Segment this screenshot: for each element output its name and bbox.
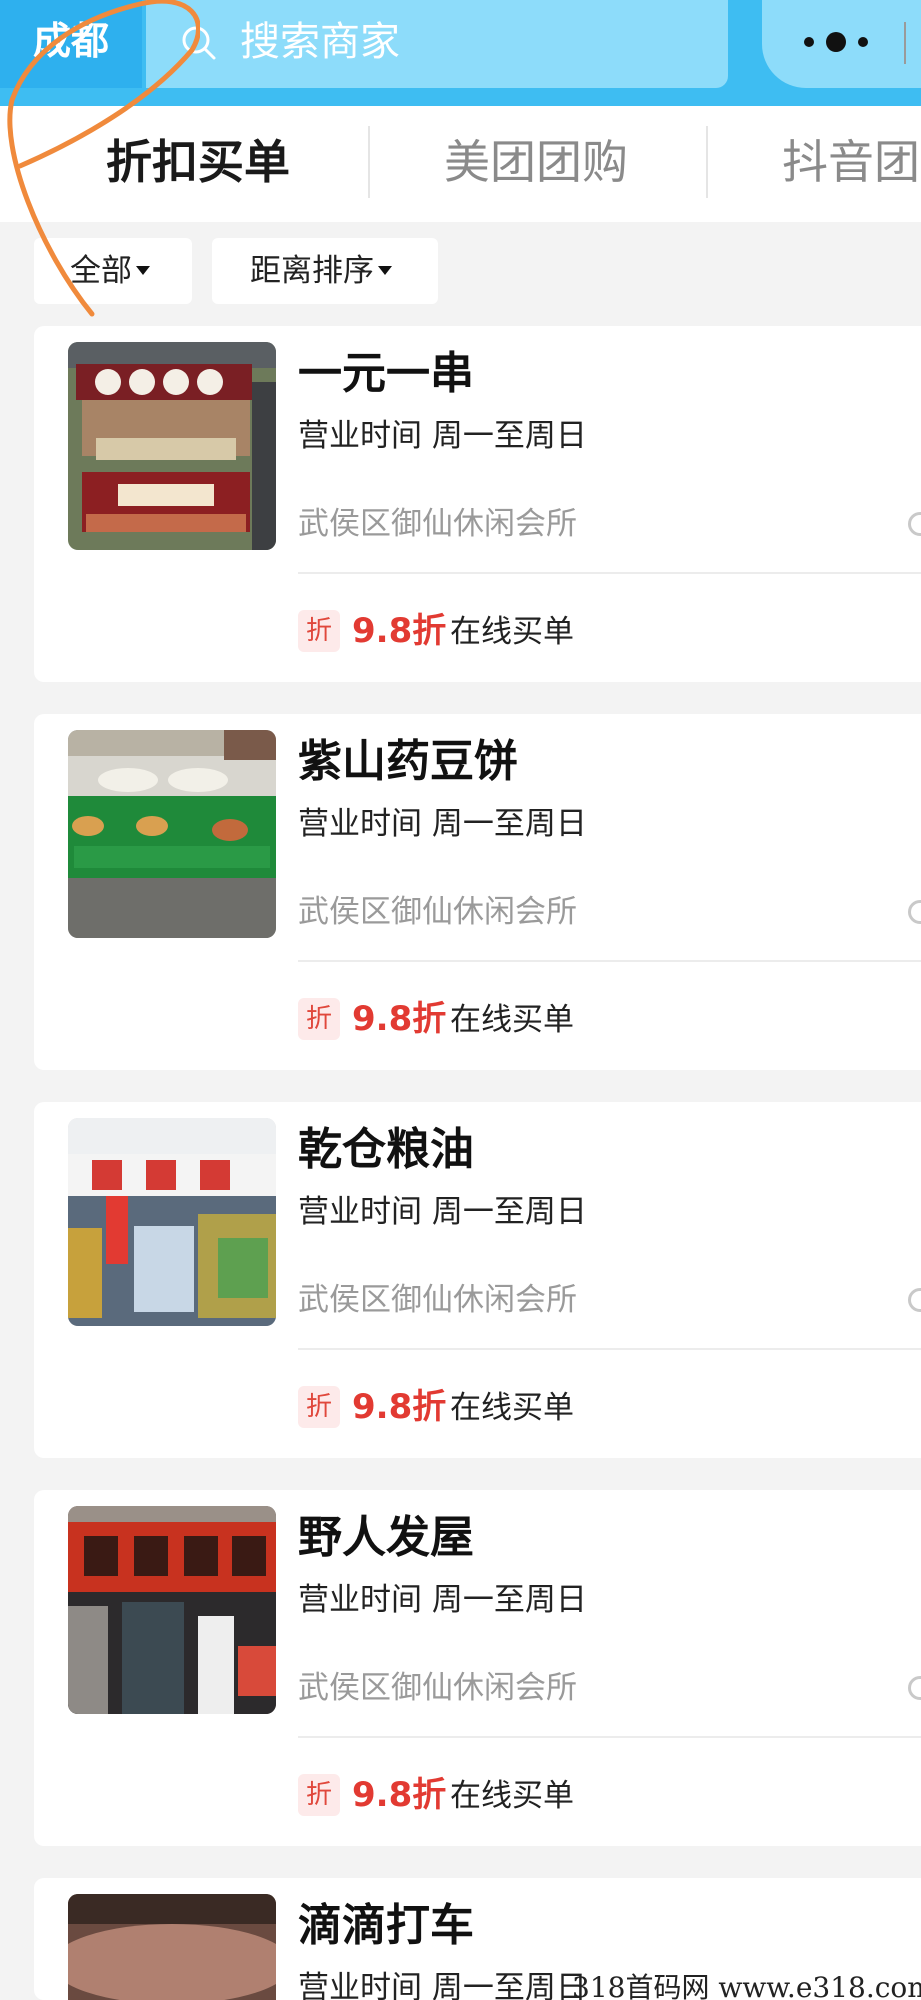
discount-badge: 折 bbox=[298, 1774, 340, 1816]
merchant-photo bbox=[68, 342, 276, 550]
search-input[interactable]: 搜索商家 bbox=[146, 0, 728, 88]
discount-rate: 9.8折 bbox=[352, 611, 447, 651]
tab-divider bbox=[706, 126, 708, 198]
location-icon bbox=[908, 1676, 921, 1700]
top-bar: 成都 搜索商家 bbox=[0, 0, 921, 106]
tab-divider bbox=[368, 126, 370, 198]
capsule-divider bbox=[904, 22, 906, 64]
filter-all-label: 全部 bbox=[70, 253, 132, 289]
divider bbox=[298, 1348, 921, 1350]
merchant-name: 乾仓粮油 bbox=[298, 1124, 474, 1175]
online-pay-label: 在线买单 bbox=[450, 1778, 574, 1814]
dropdown-arrow-icon bbox=[136, 266, 150, 275]
location-icon bbox=[908, 900, 921, 924]
business-hours: 营业时间 周一至周日 bbox=[298, 1582, 587, 1618]
merchant-address: 武侯区御仙休闲会所 bbox=[298, 1670, 577, 1706]
merchant-name: 紫山药豆饼 bbox=[298, 736, 518, 787]
tab-douyin-group[interactable]: 抖音团 bbox=[782, 130, 920, 194]
discount-badge: 折 bbox=[298, 998, 340, 1040]
business-hours: 营业时间 周一至周日 bbox=[298, 418, 587, 454]
business-hours: 营业时间 周一至周日 bbox=[298, 806, 587, 842]
discount-rate: 9.8折 bbox=[352, 1387, 447, 1427]
merchant-photo bbox=[68, 1506, 276, 1714]
online-pay-label: 在线买单 bbox=[450, 614, 574, 650]
online-pay-label: 在线买单 bbox=[450, 1390, 574, 1426]
discount-badge: 折 bbox=[298, 610, 340, 652]
merchant-card[interactable]: 乾仓粮油 营业时间 周一至周日 武侯区御仙休闲会所 折 9.8折 在线买单 bbox=[34, 1102, 921, 1458]
divider bbox=[298, 1736, 921, 1738]
merchant-card[interactable]: 紫山药豆饼 营业时间 周一至周日 武侯区御仙休闲会所 折 9.8折 在线买单 bbox=[34, 714, 921, 1070]
location-icon bbox=[908, 1288, 921, 1312]
category-tabs: 折扣买单 美团团购 抖音团 bbox=[0, 106, 921, 222]
filter-sort-label: 距离排序 bbox=[250, 253, 374, 289]
watermark: 318首码网 www.e318.com bbox=[572, 1971, 921, 2000]
merchant-address: 武侯区御仙休闲会所 bbox=[298, 506, 577, 542]
tab-discount-pay[interactable]: 折扣买单 bbox=[106, 130, 290, 194]
filter-sort-distance[interactable]: 距离排序 bbox=[212, 238, 438, 304]
more-dots-icon[interactable] bbox=[804, 30, 874, 54]
merchant-name: 野人发屋 bbox=[298, 1512, 474, 1563]
dropdown-arrow-icon bbox=[378, 266, 392, 275]
search-placeholder: 搜索商家 bbox=[240, 19, 400, 65]
merchant-photo bbox=[68, 1894, 276, 2000]
discount-rate: 9.8折 bbox=[352, 999, 447, 1039]
tab-meituan-group[interactable]: 美团团购 bbox=[444, 130, 628, 194]
merchant-address: 武侯区御仙休闲会所 bbox=[298, 1282, 577, 1318]
merchant-name: 滴滴打车 bbox=[298, 1900, 474, 1951]
merchant-card[interactable]: 一元一串 营业时间 周一至周日 武侯区御仙休闲会所 折 9.8折 在线买单 bbox=[34, 326, 921, 682]
merchant-photo bbox=[68, 1118, 276, 1326]
divider bbox=[298, 572, 921, 574]
discount-badge: 折 bbox=[298, 1386, 340, 1428]
merchant-card[interactable]: 野人发屋 营业时间 周一至周日 武侯区御仙休闲会所 折 9.8折 在线买单 bbox=[34, 1490, 921, 1846]
discount-rate: 9.8折 bbox=[352, 1775, 447, 1815]
online-pay-label: 在线买单 bbox=[450, 1002, 574, 1038]
merchant-photo bbox=[68, 730, 276, 938]
location-icon bbox=[908, 512, 921, 536]
mini-program-capsule bbox=[762, 0, 921, 88]
merchant-address: 武侯区御仙休闲会所 bbox=[298, 894, 577, 930]
business-hours: 营业时间 周一至周日 bbox=[298, 1194, 587, 1230]
merchant-name: 一元一串 bbox=[298, 348, 474, 399]
search-icon bbox=[182, 26, 216, 60]
business-hours: 营业时间 周一至周日 bbox=[298, 1970, 587, 2000]
divider bbox=[298, 960, 921, 962]
filter-all[interactable]: 全部 bbox=[34, 238, 192, 304]
city-selector[interactable]: 成都 bbox=[0, 0, 142, 88]
filter-bar: 全部 距离排序 bbox=[0, 222, 921, 322]
